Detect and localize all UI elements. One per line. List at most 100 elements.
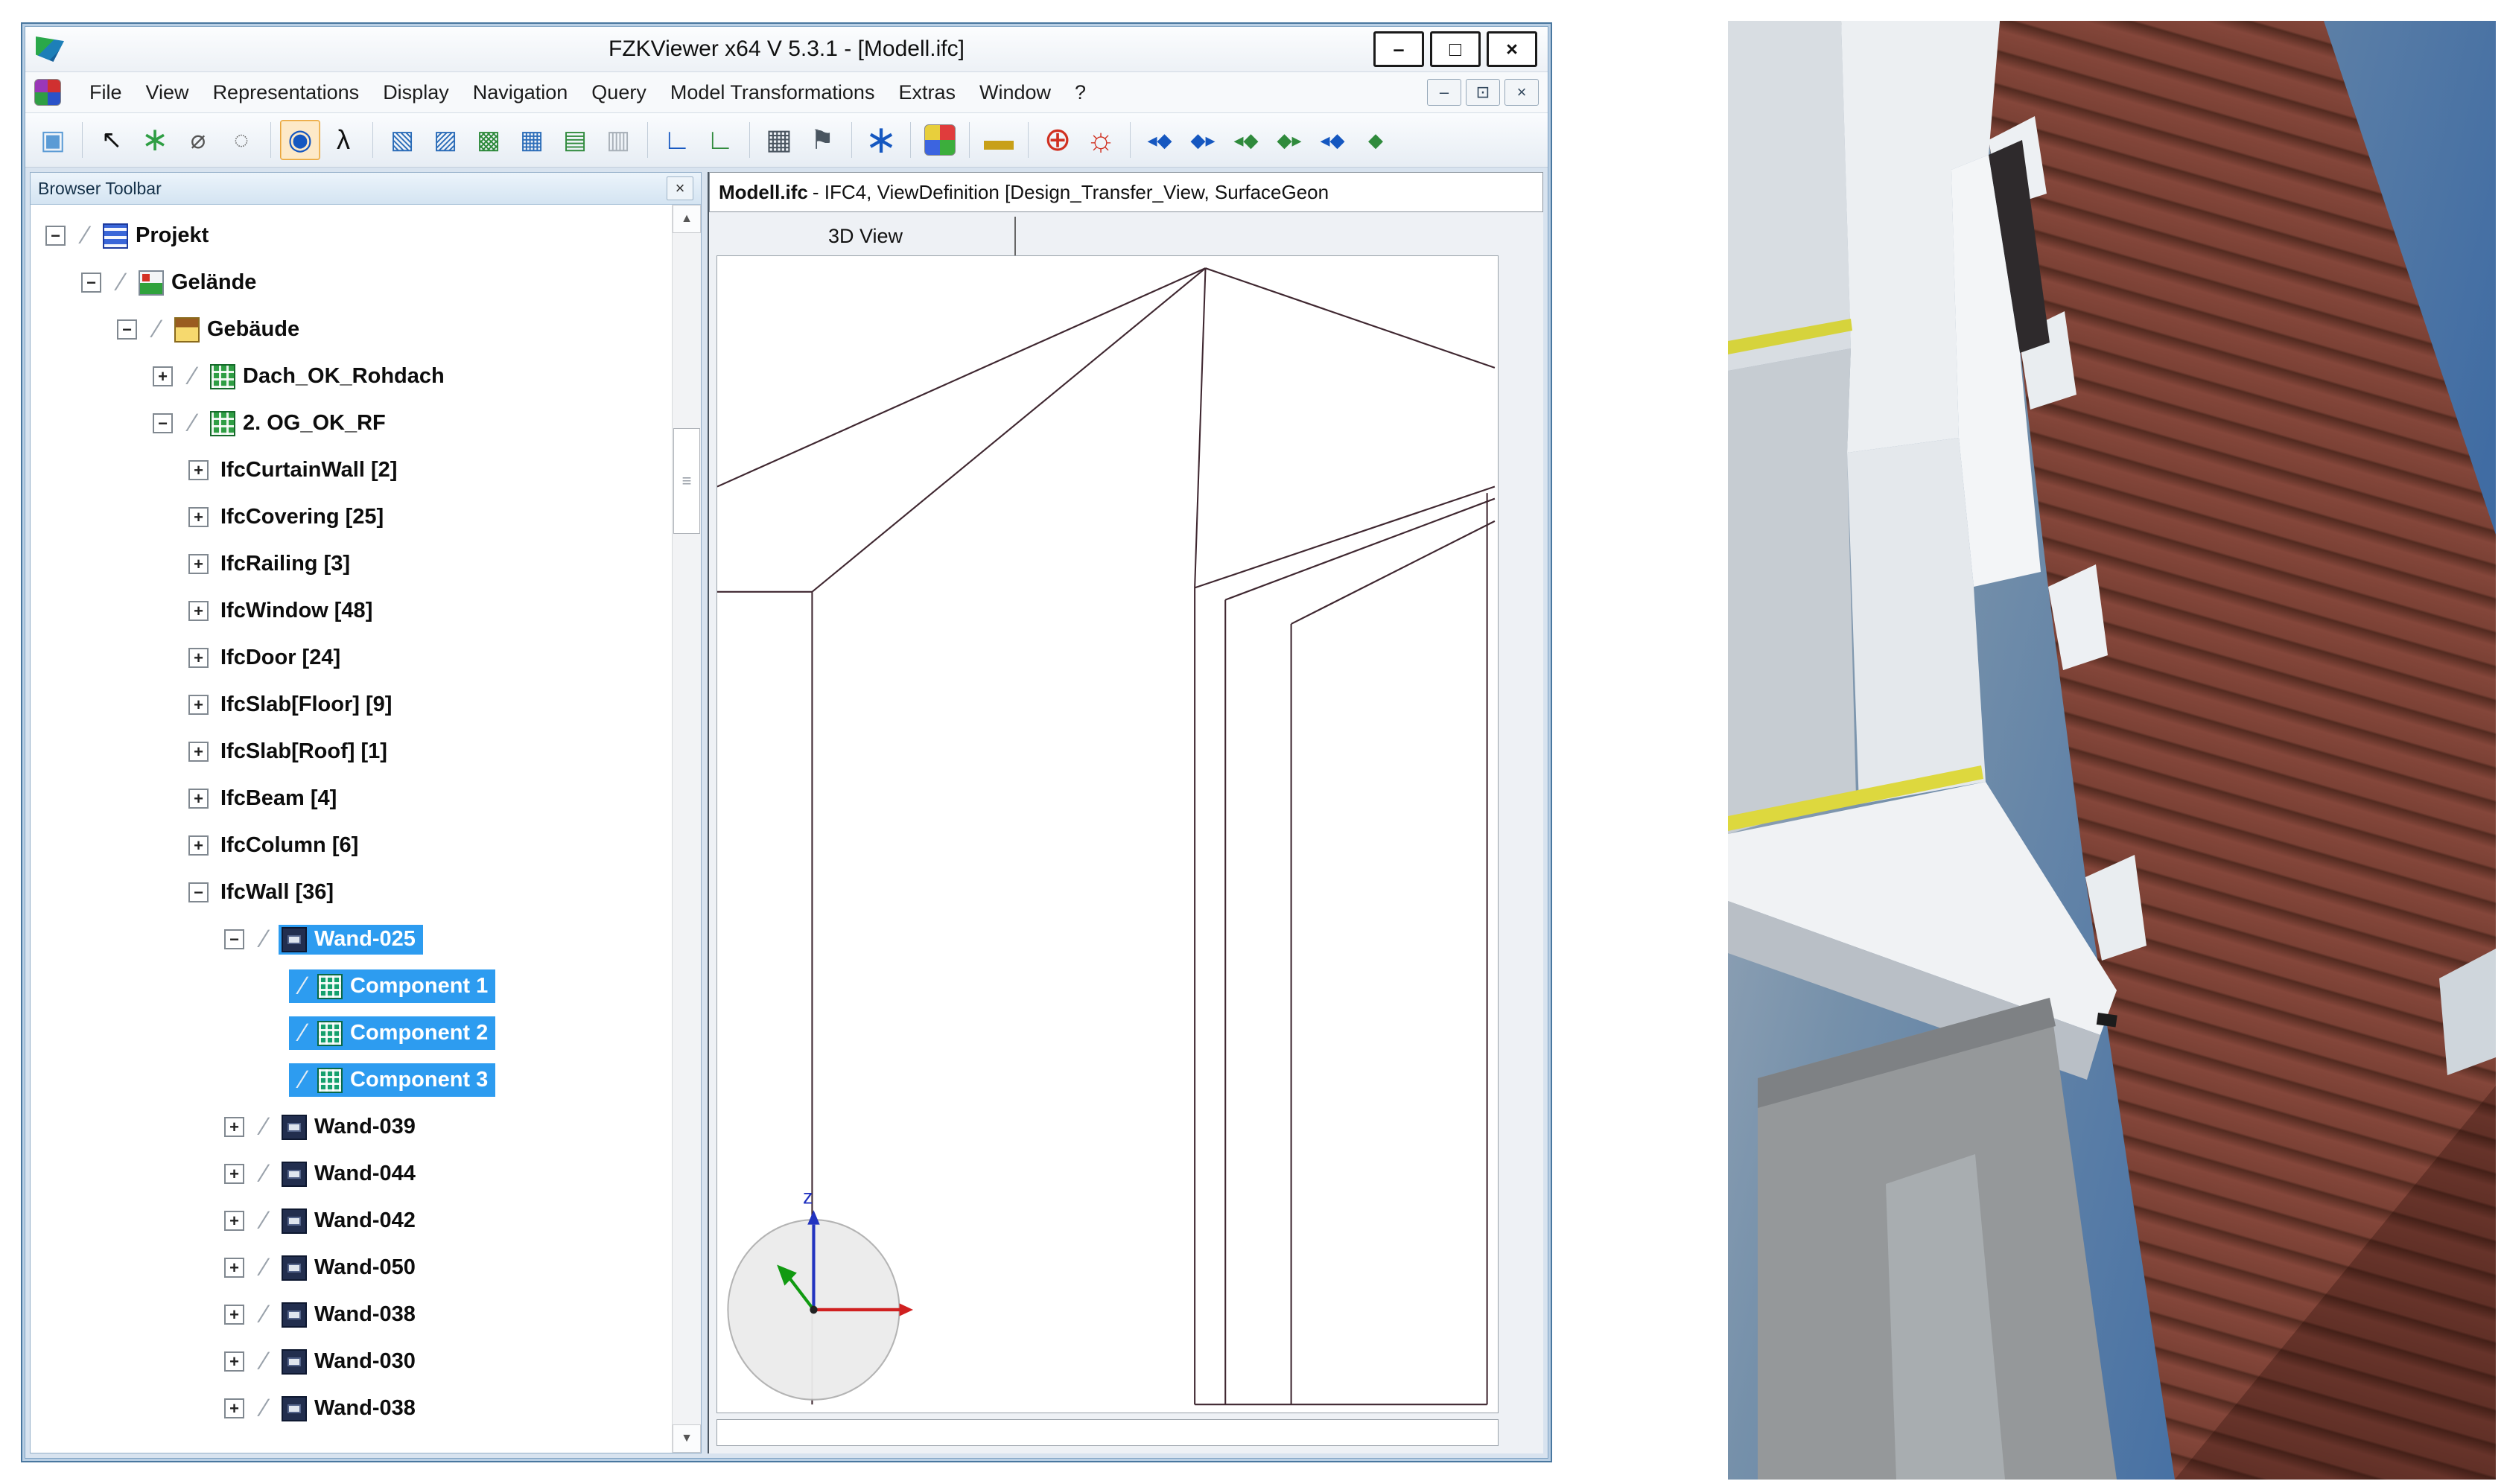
expand-toggle[interactable]: + [188,835,209,856]
tree-item[interactable]: IfcWall [36] [217,878,341,907]
view-cube-top-icon[interactable]: ▩ [468,120,509,160]
maximize-button[interactable]: □ [1430,31,1481,67]
measure-icon[interactable]: ▬ [979,120,1019,160]
expand-toggle[interactable]: + [188,554,209,574]
walk-icon[interactable]: λ [323,120,363,160]
menu-item-file[interactable]: File [77,77,134,109]
tab-3d-view[interactable]: 3D View [716,217,1016,255]
visibility-slash-icon[interactable]: ∕ [292,1019,314,1048]
tree-item-selected[interactable]: ∕Component 2 [289,1016,495,1050]
step-prev-z-icon[interactable]: ◂◆ [1312,120,1353,160]
expand-toggle[interactable]: + [188,601,209,621]
center-model-icon[interactable]: ⊕ [1037,120,1078,160]
tree-item[interactable]: Dach_OK_Rohdach [207,362,452,392]
tree-item-selected[interactable]: ∕Component 3 [289,1063,495,1097]
visibility-slash-icon[interactable]: ∕ [146,315,168,344]
step-prev-x-icon[interactable]: ◂◆ [1140,120,1180,160]
tree-item[interactable]: IfcWindow [48] [217,596,380,625]
app-menu-icon[interactable] [34,79,61,106]
visibility-slash-icon[interactable]: ∕ [253,1206,276,1235]
visibility-slash-icon[interactable]: ∕ [253,1112,276,1141]
scroll-thumb[interactable]: ≡ [673,428,700,534]
flag-icon[interactable]: ⚑ [802,120,842,160]
visibility-slash-icon[interactable]: ∕ [253,1253,276,1282]
tree-item[interactable]: Wand-050 [279,1253,423,1283]
tree-item[interactable]: IfcBeam [4] [217,784,344,813]
expand-toggle[interactable]: + [224,1117,244,1137]
ucs-world-icon[interactable]: ∟ [657,120,697,160]
expand-toggle[interactable]: + [224,1211,244,1231]
menu-item-navigation[interactable]: Navigation [461,77,580,109]
tree-item[interactable]: Wand-044 [279,1159,423,1189]
menu-item-extras[interactable]: Extras [886,77,967,109]
expand-toggle[interactable]: + [188,460,209,480]
view-cube-disabled-icon[interactable]: ▥ [598,120,638,160]
scroll-down-icon[interactable]: ▼ [673,1424,701,1453]
expand-toggle[interactable]: + [188,742,209,762]
tree-item[interactable]: IfcSlab[Roof] [1] [217,737,395,766]
tree-item[interactable]: Wand-039 [279,1112,423,1142]
expand-toggle[interactable]: + [224,1398,244,1418]
expand-toggle[interactable]: + [224,1258,244,1278]
view-cube-side-icon[interactable]: ▤ [555,120,595,160]
expand-toggle[interactable]: + [224,1164,244,1184]
tree-item[interactable]: IfcCovering [25] [217,503,391,532]
ucs-object-icon[interactable]: ∟ [700,120,740,160]
status-field[interactable] [716,1419,1499,1446]
snowflake-icon[interactable]: ∗ [861,120,901,160]
expand-toggle[interactable]: + [224,1351,244,1372]
view-cube-iso-icon[interactable]: ▦ [512,120,552,160]
tree-scrollbar[interactable]: ▲ ≡ ▼ [672,205,701,1453]
visibility-slash-icon[interactable]: ∕ [253,925,276,954]
tree-item[interactable]: Wand-038 [279,1300,423,1330]
mdi-minimize-button[interactable]: – [1427,79,1461,106]
select-cursor-icon[interactable]: ↖ [92,120,132,160]
visibility-slash-icon[interactable]: ∕ [74,221,97,250]
step-next-x-icon[interactable]: ◆▸ [1183,120,1223,160]
step-next-y-icon[interactable]: ◆▸ [1269,120,1309,160]
visibility-slash-icon[interactable]: ∕ [182,409,204,438]
mdi-restore-button[interactable]: ⊡ [1466,79,1500,106]
tree-item[interactable]: Gelände [136,268,264,298]
tree-item[interactable]: Projekt [100,221,216,251]
tree-item[interactable]: Wand-038 [279,1394,423,1424]
minimize-button[interactable]: – [1373,31,1424,67]
tree-item[interactable]: Wand-030 [279,1347,423,1377]
viewport-3d[interactable]: z [716,255,1499,1413]
menu-item--[interactable]: ? [1063,77,1098,109]
visibility-slash-icon[interactable]: ∕ [292,1066,314,1095]
expand-toggle[interactable]: + [224,1305,244,1325]
menu-item-window[interactable]: Window [967,77,1063,109]
titlebar[interactable]: FZKViewer x64 V 5.3.1 - [Modell.ifc] – □… [25,27,1548,72]
visibility-slash-icon[interactable]: ∕ [253,1347,276,1376]
fit-window-icon[interactable]: ▣ [33,120,73,160]
menu-item-representations[interactable]: Representations [201,77,372,109]
collapse-toggle[interactable]: − [188,882,209,902]
visibility-slash-icon[interactable]: ∕ [110,268,133,297]
grid-icon[interactable]: ▦ [759,120,799,160]
view-cube-back-icon[interactable]: ▨ [425,120,465,160]
panel-close-button[interactable]: × [667,176,693,200]
visibility-slash-icon[interactable]: ∕ [182,362,204,391]
expand-toggle[interactable]: + [188,507,209,527]
lasso-select-icon[interactable]: ◌ [221,120,261,160]
explode-icon[interactable]: ☼ [1081,120,1121,160]
visibility-slash-icon[interactable]: ∕ [253,1300,276,1329]
palette-icon[interactable] [924,124,956,156]
expand-toggle[interactable]: + [188,789,209,809]
visibility-slash-icon[interactable]: ∕ [253,1394,276,1423]
collapse-toggle[interactable]: − [45,226,66,246]
tree-item[interactable]: 2. OG_OK_RF [207,409,393,439]
tree-item[interactable]: IfcCurtainWall [2] [217,456,404,485]
collapse-toggle[interactable]: − [81,273,101,293]
step-prev-y-icon[interactable]: ◂◆ [1226,120,1266,160]
collapse-toggle[interactable]: − [224,929,244,949]
visibility-slash-icon[interactable]: ∕ [253,1159,276,1188]
tree-item[interactable]: IfcSlab[Floor] [9] [217,690,399,719]
expand-toggle[interactable]: + [153,366,173,386]
tree-item[interactable]: IfcDoor [24] [217,643,348,672]
mdi-close-button[interactable]: × [1504,79,1539,106]
view-cube-front-icon[interactable]: ▧ [382,120,422,160]
collapse-toggle[interactable]: − [117,319,137,340]
tree-item-selected[interactable]: ∕Component 1 [289,969,495,1003]
